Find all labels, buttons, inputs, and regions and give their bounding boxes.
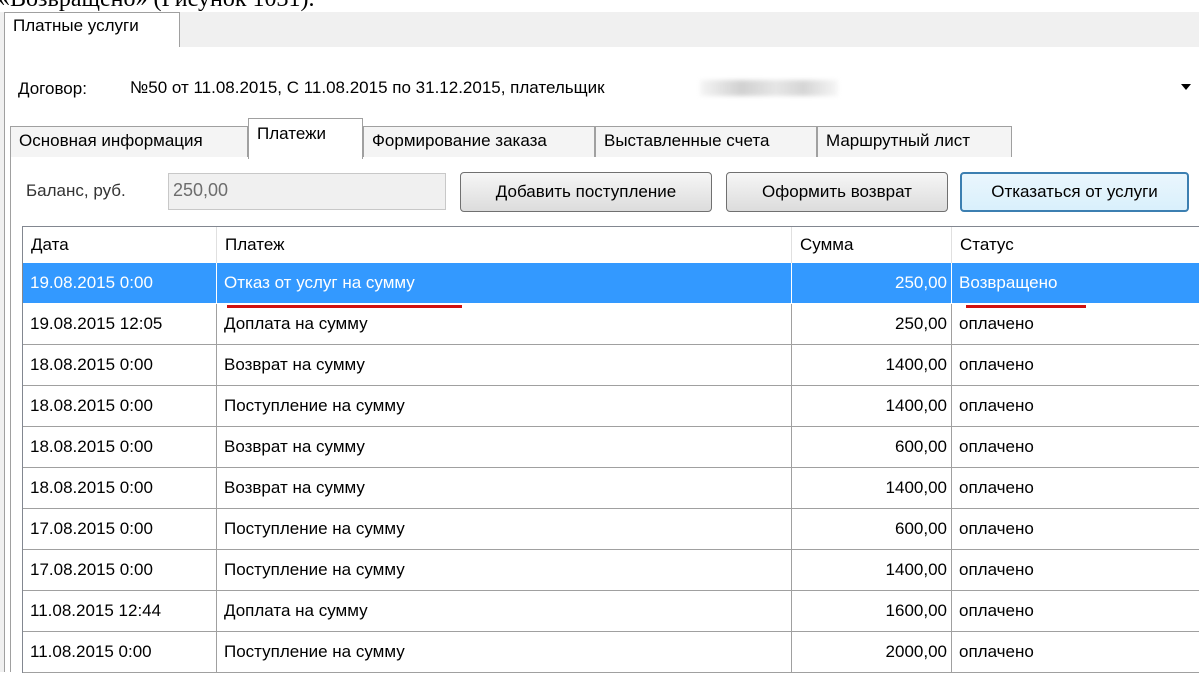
- cell-status: оплачено: [952, 632, 1199, 673]
- refuse-service-button[interactable]: Отказаться от услуги: [960, 172, 1189, 212]
- table-row[interactable]: 11.08.2015 0:00 Поступление на сумму 2000,…: [23, 632, 1199, 673]
- cell-payment: Доплата на сумму: [217, 591, 792, 632]
- tab-order-formation[interactable]: Формирование заказа: [363, 126, 595, 158]
- cell-amount: 250,00: [792, 304, 952, 345]
- cell-amount: 1600,00: [792, 591, 952, 632]
- cell-amount: 1400,00: [792, 468, 952, 509]
- cell-status: оплачено: [952, 550, 1199, 591]
- contract-label: Договор:: [18, 79, 87, 98]
- annotation-underline-payment: [227, 305, 462, 308]
- cell-status: оплачено: [952, 427, 1199, 468]
- column-header-status[interactable]: Статус: [952, 227, 1199, 263]
- cell-payment: Поступление на сумму: [217, 386, 792, 427]
- contract-value: №50 от 11.08.2015, С 11.08.2015 по 31.12…: [130, 78, 605, 97]
- cell-amount: 1400,00: [792, 345, 952, 386]
- cell-amount: 2000,00: [792, 632, 952, 673]
- cell-amount: 250,00: [792, 263, 952, 304]
- cell-status: оплачено: [952, 468, 1199, 509]
- cell-payment: Возврат на сумму: [217, 468, 792, 509]
- column-header-date[interactable]: Дата: [23, 227, 217, 263]
- column-header-payment[interactable]: Платеж: [217, 227, 792, 263]
- balance-field: 250,00: [168, 173, 446, 210]
- cell-amount: 600,00: [792, 427, 952, 468]
- table-row[interactable]: 17.08.2015 0:00 Поступление на сумму 1400,…: [23, 550, 1199, 591]
- cell-payment: Поступление на сумму: [217, 550, 792, 591]
- column-header-amount[interactable]: Сумма: [792, 227, 952, 263]
- cell-status: Возвращено: [952, 263, 1199, 304]
- cell-payment: Доплата на сумму: [217, 304, 792, 345]
- tab-paid-services[interactable]: Платные услуги: [4, 12, 180, 48]
- cell-status: оплачено: [952, 345, 1199, 386]
- cell-payment: Возврат на сумму: [217, 345, 792, 386]
- cell-date: 17.08.2015 0:00: [23, 509, 217, 550]
- tab-payments[interactable]: Платежи: [248, 118, 363, 159]
- cell-status: оплачено: [952, 509, 1199, 550]
- table-row[interactable]: 19.08.2015 12:05 Доплата на сумму 250,00 оп…: [23, 304, 1199, 345]
- cell-date: 17.08.2015 0:00: [23, 550, 217, 591]
- table-row[interactable]: 19.08.2015 0:00 Отказ от услуг на сумму 25…: [23, 263, 1199, 304]
- tab-issued-invoices[interactable]: Выставленные счета: [595, 126, 817, 158]
- cell-payment: Поступление на сумму: [217, 632, 792, 673]
- table-row[interactable]: 17.08.2015 0:00 Поступление на сумму 600,0…: [23, 509, 1199, 550]
- table-row[interactable]: 18.08.2015 0:00 Возврат на сумму 1400,00 оп…: [23, 345, 1199, 386]
- table-row[interactable]: 18.08.2015 0:00 Возврат на сумму 600,00 опл…: [23, 427, 1199, 468]
- cell-amount: 1400,00: [792, 550, 952, 591]
- chevron-down-icon[interactable]: [1181, 84, 1191, 90]
- table-row[interactable]: 18.08.2015 0:00 Поступление на сумму 1400,…: [23, 386, 1199, 427]
- cell-amount: 600,00: [792, 509, 952, 550]
- table-header: Дата Платеж Сумма Статус: [23, 227, 1199, 264]
- table-row[interactable]: 18.08.2015 0:00 Возврат на сумму 1400,00 оп…: [23, 468, 1199, 509]
- cell-amount: 1400,00: [792, 386, 952, 427]
- cell-date: 18.08.2015 0:00: [23, 386, 217, 427]
- cell-payment: Поступление на сумму: [217, 509, 792, 550]
- make-return-button[interactable]: Оформить возврат: [726, 172, 948, 212]
- tab-route-sheet[interactable]: Маршрутный лист: [817, 126, 1012, 158]
- payments-table: Дата Платеж Сумма Статус 19.08.2015 0:00…: [22, 226, 1199, 673]
- cell-payment: Возврат на сумму: [217, 427, 792, 468]
- cell-date: 19.08.2015 0:00: [23, 263, 217, 304]
- contract-select[interactable]: №50 от 11.08.2015, С 11.08.2015 по 31.12…: [122, 70, 1199, 106]
- cell-status: оплачено: [952, 386, 1199, 427]
- cell-date: 11.08.2015 0:00: [23, 632, 217, 673]
- cell-payment: Отказ от услуг на сумму: [217, 263, 792, 304]
- cell-status: оплачено: [952, 591, 1199, 632]
- cell-date: 18.08.2015 0:00: [23, 345, 217, 386]
- annotation-underline-status: [966, 305, 1086, 308]
- add-receipt-button[interactable]: Добавить поступление: [460, 172, 712, 212]
- cell-date: 11.08.2015 12:44: [23, 591, 217, 632]
- cell-status: оплачено: [952, 304, 1199, 345]
- balance-label: Баланс, руб.: [26, 181, 126, 200]
- redacted-payer-name: [700, 80, 838, 96]
- cell-date: 18.08.2015 0:00: [23, 468, 217, 509]
- table-row[interactable]: 11.08.2015 12:44 Доплата на сумму 1600,00 о…: [23, 591, 1199, 632]
- tab-main-info[interactable]: Основная информация: [10, 126, 248, 158]
- cell-date: 19.08.2015 12:05: [23, 304, 217, 345]
- cell-date: 18.08.2015 0:00: [23, 427, 217, 468]
